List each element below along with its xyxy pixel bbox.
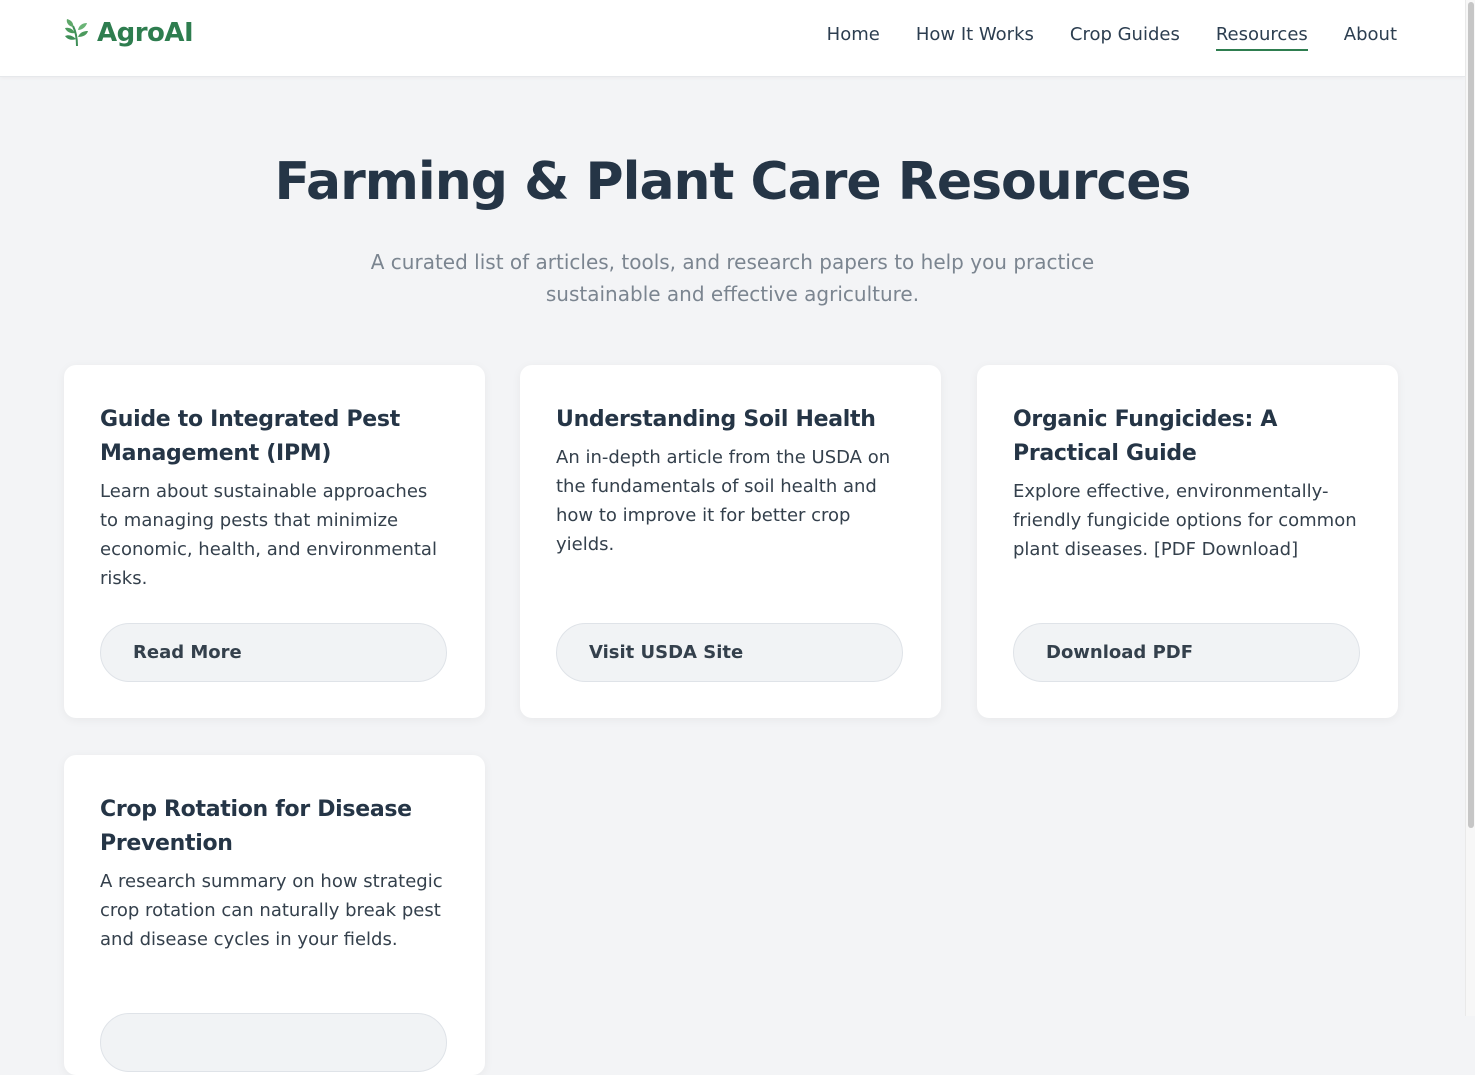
page-subtitle: A curated list of articles, tools, and r… <box>370 250 1095 306</box>
brand-name: AgroAI <box>97 18 194 48</box>
card-description: A research summary on how strategic crop… <box>100 871 443 950</box>
resource-card-soil-health: Understanding Soil Health An in-depth ar… <box>520 365 941 718</box>
visit-usda-button[interactable]: Visit USDA Site <box>556 623 903 682</box>
nav-about[interactable]: About <box>1344 24 1397 51</box>
nav-how-it-works[interactable]: How It Works <box>916 24 1034 51</box>
page-title: Farming & Plant Care Resources <box>274 152 1192 212</box>
card-title: Guide to Integrated Pest Management (IPM… <box>100 407 400 466</box>
nav-resources[interactable]: Resources <box>1215 24 1308 51</box>
resource-card-crop-rotation: Crop Rotation for Disease Prevention A r… <box>64 755 485 1075</box>
card-title: Crop Rotation for Disease Prevention <box>100 797 412 856</box>
brand-logo[interactable]: AgroAI <box>63 18 194 48</box>
read-more-button[interactable]: Read More <box>100 623 447 682</box>
leaf-icon <box>65 19 88 47</box>
card-title: Understanding Soil Health <box>556 407 876 432</box>
page-scrollbar[interactable] <box>1465 0 1475 1016</box>
card-description: Learn about sustainable approaches to ma… <box>100 481 437 589</box>
main-nav: Home How It Works Crop Guides Resources … <box>827 24 1397 51</box>
site-header: AgroAI Home How It Works Crop Guides Res… <box>0 0 1465 77</box>
resource-card-ipm: Guide to Integrated Pest Management (IPM… <box>64 365 485 718</box>
nav-home[interactable]: Home <box>827 24 880 51</box>
download-pdf-button[interactable]: Download PDF <box>1013 623 1360 682</box>
resource-card-fungicides: Organic Fungicides: A Practical Guide Ex… <box>977 365 1398 718</box>
card-description: An in-depth article from the USDA on the… <box>556 447 891 555</box>
card-title: Organic Fungicides: A Practical Guide <box>1013 407 1278 466</box>
scrollbar-thumb[interactable] <box>1468 2 1474 828</box>
card-description: Explore effective, environmentally-frien… <box>1013 481 1357 560</box>
nav-crop-guides[interactable]: Crop Guides <box>1070 24 1180 51</box>
card-button[interactable] <box>100 1013 447 1072</box>
